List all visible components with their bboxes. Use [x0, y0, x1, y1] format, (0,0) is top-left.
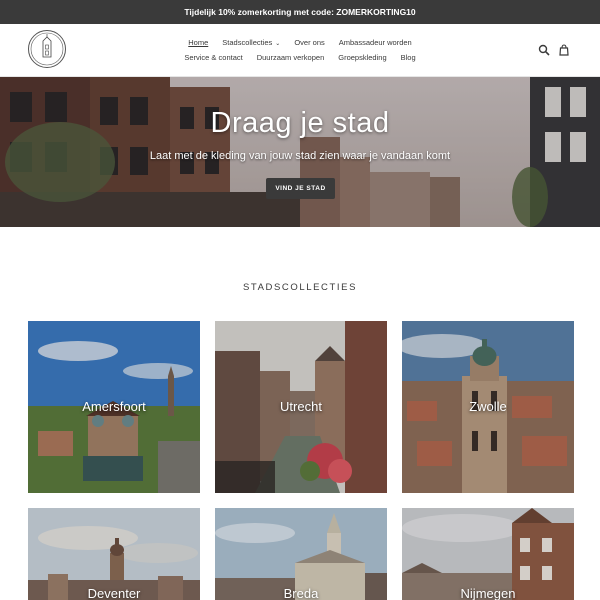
cart-icon[interactable]: [558, 44, 570, 56]
nav-item-duurzaam-verkopen[interactable]: Duurzaam verkopen: [257, 53, 325, 62]
site-header: Home Stadscollecties ⌄ Over ons Ambassade…: [0, 24, 600, 77]
collections-heading: STADSCOLLECTIES: [242, 282, 358, 293]
nav-item-label: Stadscollecties: [222, 38, 273, 47]
tile-label: Nijmegen: [460, 586, 516, 600]
nav-item-stadscollecties[interactable]: Stadscollecties ⌄: [222, 38, 280, 47]
collection-tile-utrecht[interactable]: Utrecht: [215, 321, 387, 493]
collection-tile-deventer[interactable]: Deventer: [28, 508, 200, 600]
nav-item-ambassadeur[interactable]: Ambassadeur worden: [339, 38, 412, 47]
announcement-bar: Tijdelijk 10% zomerkorting met code: ZOM…: [0, 0, 600, 24]
collection-tile-nijmegen[interactable]: Nijmegen: [402, 508, 574, 600]
hero-banner: Draag je stad Laat met de kleding van jo…: [0, 77, 600, 227]
find-city-button[interactable]: VIND JE STAD: [266, 178, 335, 199]
main-nav-row-2: Service & contact Duurzaam verkopen Groe…: [0, 53, 600, 62]
nav-item-blog[interactable]: Blog: [401, 53, 416, 62]
collection-tile-amersfoort[interactable]: Amersfoort: [28, 321, 200, 493]
chevron-down-icon: ⌄: [275, 41, 281, 47]
search-icon[interactable]: [538, 44, 550, 56]
collection-tile-breda[interactable]: Breda: [215, 508, 387, 600]
hero-title: Draag je stad: [210, 107, 390, 139]
tile-label: Breda: [283, 586, 319, 600]
tile-label: Zwolle: [469, 399, 507, 414]
nav-item-groepskleding[interactable]: Groepskleding: [338, 53, 386, 62]
main-nav-row-1: Home Stadscollecties ⌄ Over ons Ambassade…: [0, 38, 600, 47]
nav-item-over-ons[interactable]: Over ons: [294, 38, 324, 47]
announcement-text: Tijdelijk 10% zomerkorting met code: ZOM…: [184, 7, 416, 17]
tile-label: Amersfoort: [82, 399, 146, 414]
nav-item-home[interactable]: Home: [188, 38, 208, 47]
hero-subtitle: Laat met de kleding van jouw stad zien w…: [149, 150, 451, 162]
collection-tile-zwolle[interactable]: Zwolle: [402, 321, 574, 493]
site-logo[interactable]: [28, 30, 66, 68]
tile-label: Deventer: [87, 586, 141, 600]
tile-label: Utrecht: [280, 399, 322, 414]
nav-item-service-contact[interactable]: Service & contact: [184, 53, 242, 62]
